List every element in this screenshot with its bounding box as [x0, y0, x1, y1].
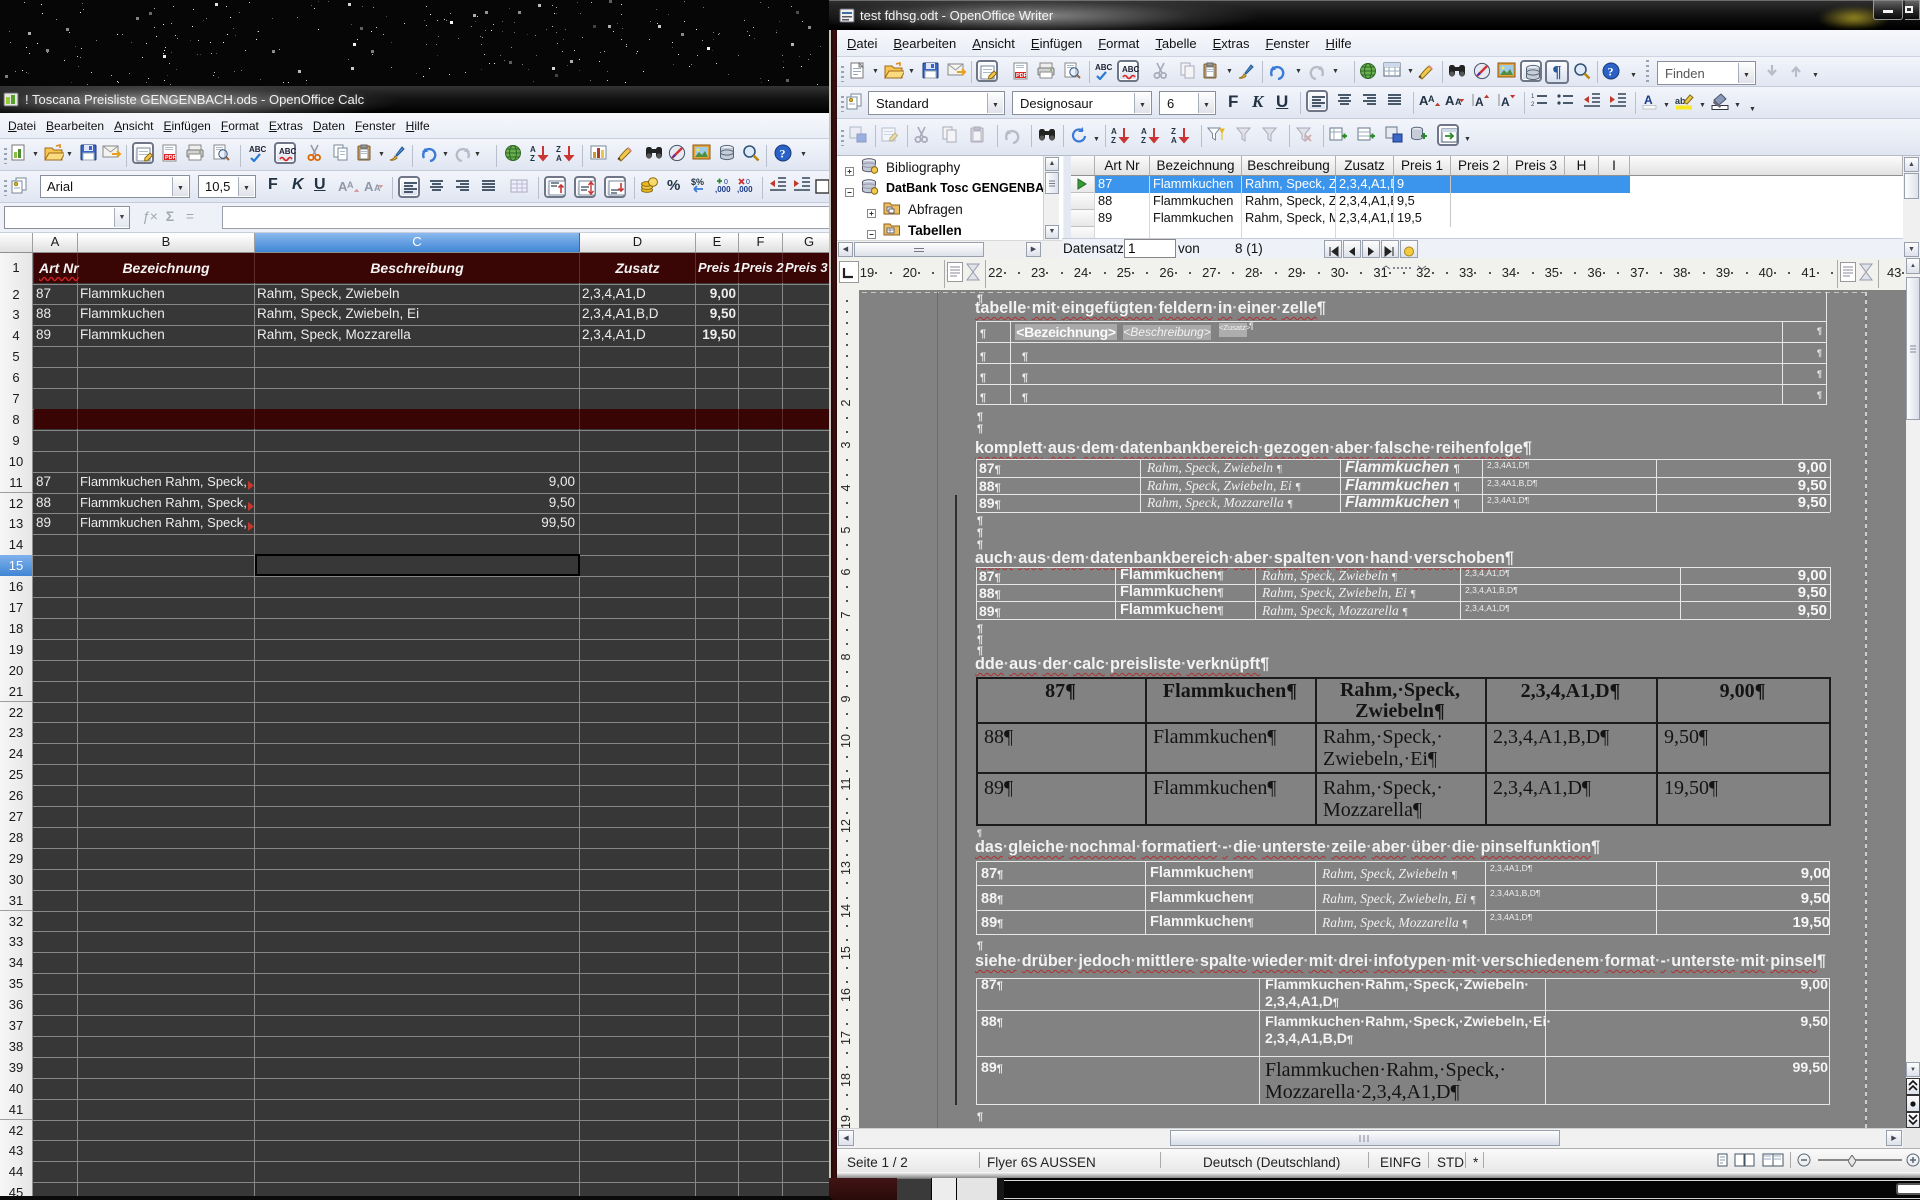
svg-text:1: 1	[1531, 94, 1535, 100]
svg-text:Z: Z	[1171, 127, 1176, 136]
svg-text:Z: Z	[1111, 136, 1116, 144]
svg-text:A: A	[1171, 136, 1177, 144]
svg-text:A: A	[1111, 127, 1117, 136]
svg-text:A: A	[1428, 94, 1435, 104]
svg-text:ABC: ABC	[1095, 63, 1113, 72]
svg-text:A: A	[1501, 95, 1510, 109]
svg-text:A: A	[1475, 95, 1484, 109]
svg-text:PDF: PDF	[1016, 73, 1028, 79]
svg-text:?: ?	[1608, 65, 1614, 79]
svg-text:A: A	[1644, 93, 1653, 107]
svg-text:A: A	[1455, 97, 1462, 107]
svg-text:Z: Z	[1141, 136, 1146, 144]
svg-text:A: A	[1445, 93, 1455, 108]
svg-text:ABC: ABC	[1122, 65, 1140, 74]
svg-text:2: 2	[1531, 102, 1535, 108]
svg-text:A: A	[1141, 127, 1147, 136]
